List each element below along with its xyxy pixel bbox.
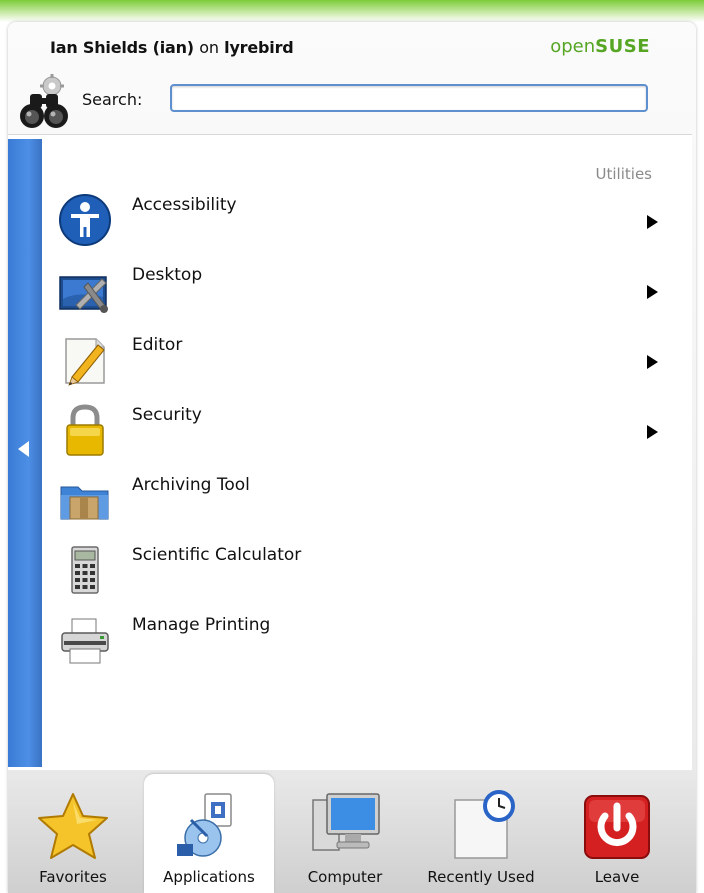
submenu-arrow-icon xyxy=(647,355,658,369)
user-name: Ian Shields (ian) xyxy=(50,38,194,57)
menu-item-label: Scientific Calculator xyxy=(132,545,302,565)
menu-item-label: Archiving Tool xyxy=(132,475,250,495)
tab-label: Computer xyxy=(307,868,383,886)
back-arrow-icon xyxy=(18,441,29,457)
submenu-arrow-icon xyxy=(647,215,658,229)
menu-item-label: Desktop xyxy=(132,265,203,285)
menu-item-label: Accessibility xyxy=(132,195,237,215)
accessibility-icon xyxy=(59,194,111,246)
submenu-arrow-icon xyxy=(647,285,658,299)
calculator-icon xyxy=(71,546,99,594)
menu-item-editor[interactable]: Editor xyxy=(58,333,682,397)
tab-recently-used[interactable]: Recently Used xyxy=(416,774,546,893)
padlock-icon xyxy=(66,404,104,456)
editor-pencil-icon xyxy=(65,338,105,386)
applications-panel: Utilities Accessibility Desktop Editor S… xyxy=(8,134,692,771)
recent-clock-icon xyxy=(454,790,515,859)
brand-prefix: open xyxy=(550,36,596,57)
search-label: Search: xyxy=(82,90,143,109)
menu-item-manage-printing[interactable]: Manage Printing xyxy=(58,613,682,677)
bottom-tab-bar: Favorites Applications Computer Recently… xyxy=(8,770,696,893)
menu-item-archiving-tool[interactable]: Archiving Tool xyxy=(58,473,682,537)
tab-computer[interactable]: Computer xyxy=(280,774,410,893)
menu-item-label: Editor xyxy=(132,335,183,355)
desktop-tools-icon xyxy=(59,276,108,313)
menu-item-label: Security xyxy=(132,405,202,425)
archive-folder-icon xyxy=(60,486,109,520)
search-input[interactable] xyxy=(170,84,648,112)
brand-suffix: SUSE xyxy=(595,36,650,57)
menu-item-accessibility[interactable]: Accessibility xyxy=(58,193,682,257)
applications-icon xyxy=(177,793,232,857)
on-text: on xyxy=(199,38,219,57)
opensuse-logo: openSUSE xyxy=(550,36,650,57)
back-navigation-bar[interactable] xyxy=(8,139,42,767)
star-icon xyxy=(38,793,108,859)
menu-item-security[interactable]: Security xyxy=(58,403,682,467)
tab-applications[interactable]: Applications xyxy=(144,774,274,893)
binoculars-search-icon xyxy=(20,74,68,128)
tab-label: Favorites xyxy=(39,868,107,886)
user-host-header: Ian Shields (ian) on lyrebird xyxy=(50,38,294,57)
computer-monitor-icon xyxy=(312,793,380,851)
menu-item-desktop[interactable]: Desktop xyxy=(58,263,682,327)
kickoff-launcher-menu: Ian Shields (ian) on lyrebird openSUSE S… xyxy=(8,22,696,893)
category-title: Utilities xyxy=(595,165,652,183)
power-icon xyxy=(584,795,650,859)
tab-favorites[interactable]: Favorites xyxy=(8,774,138,893)
window-top-highlight xyxy=(0,0,704,22)
menu-item-label: Manage Printing xyxy=(132,615,271,635)
tab-label: Applications xyxy=(163,868,255,886)
printer-icon xyxy=(61,618,109,664)
menu-item-scientific-calculator[interactable]: Scientific Calculator xyxy=(58,543,682,607)
tab-label: Leave xyxy=(594,868,640,886)
host-name: lyrebird xyxy=(224,38,294,57)
tab-label: Recently Used xyxy=(427,868,535,886)
tab-leave[interactable]: Leave xyxy=(552,774,682,893)
submenu-arrow-icon xyxy=(647,425,658,439)
